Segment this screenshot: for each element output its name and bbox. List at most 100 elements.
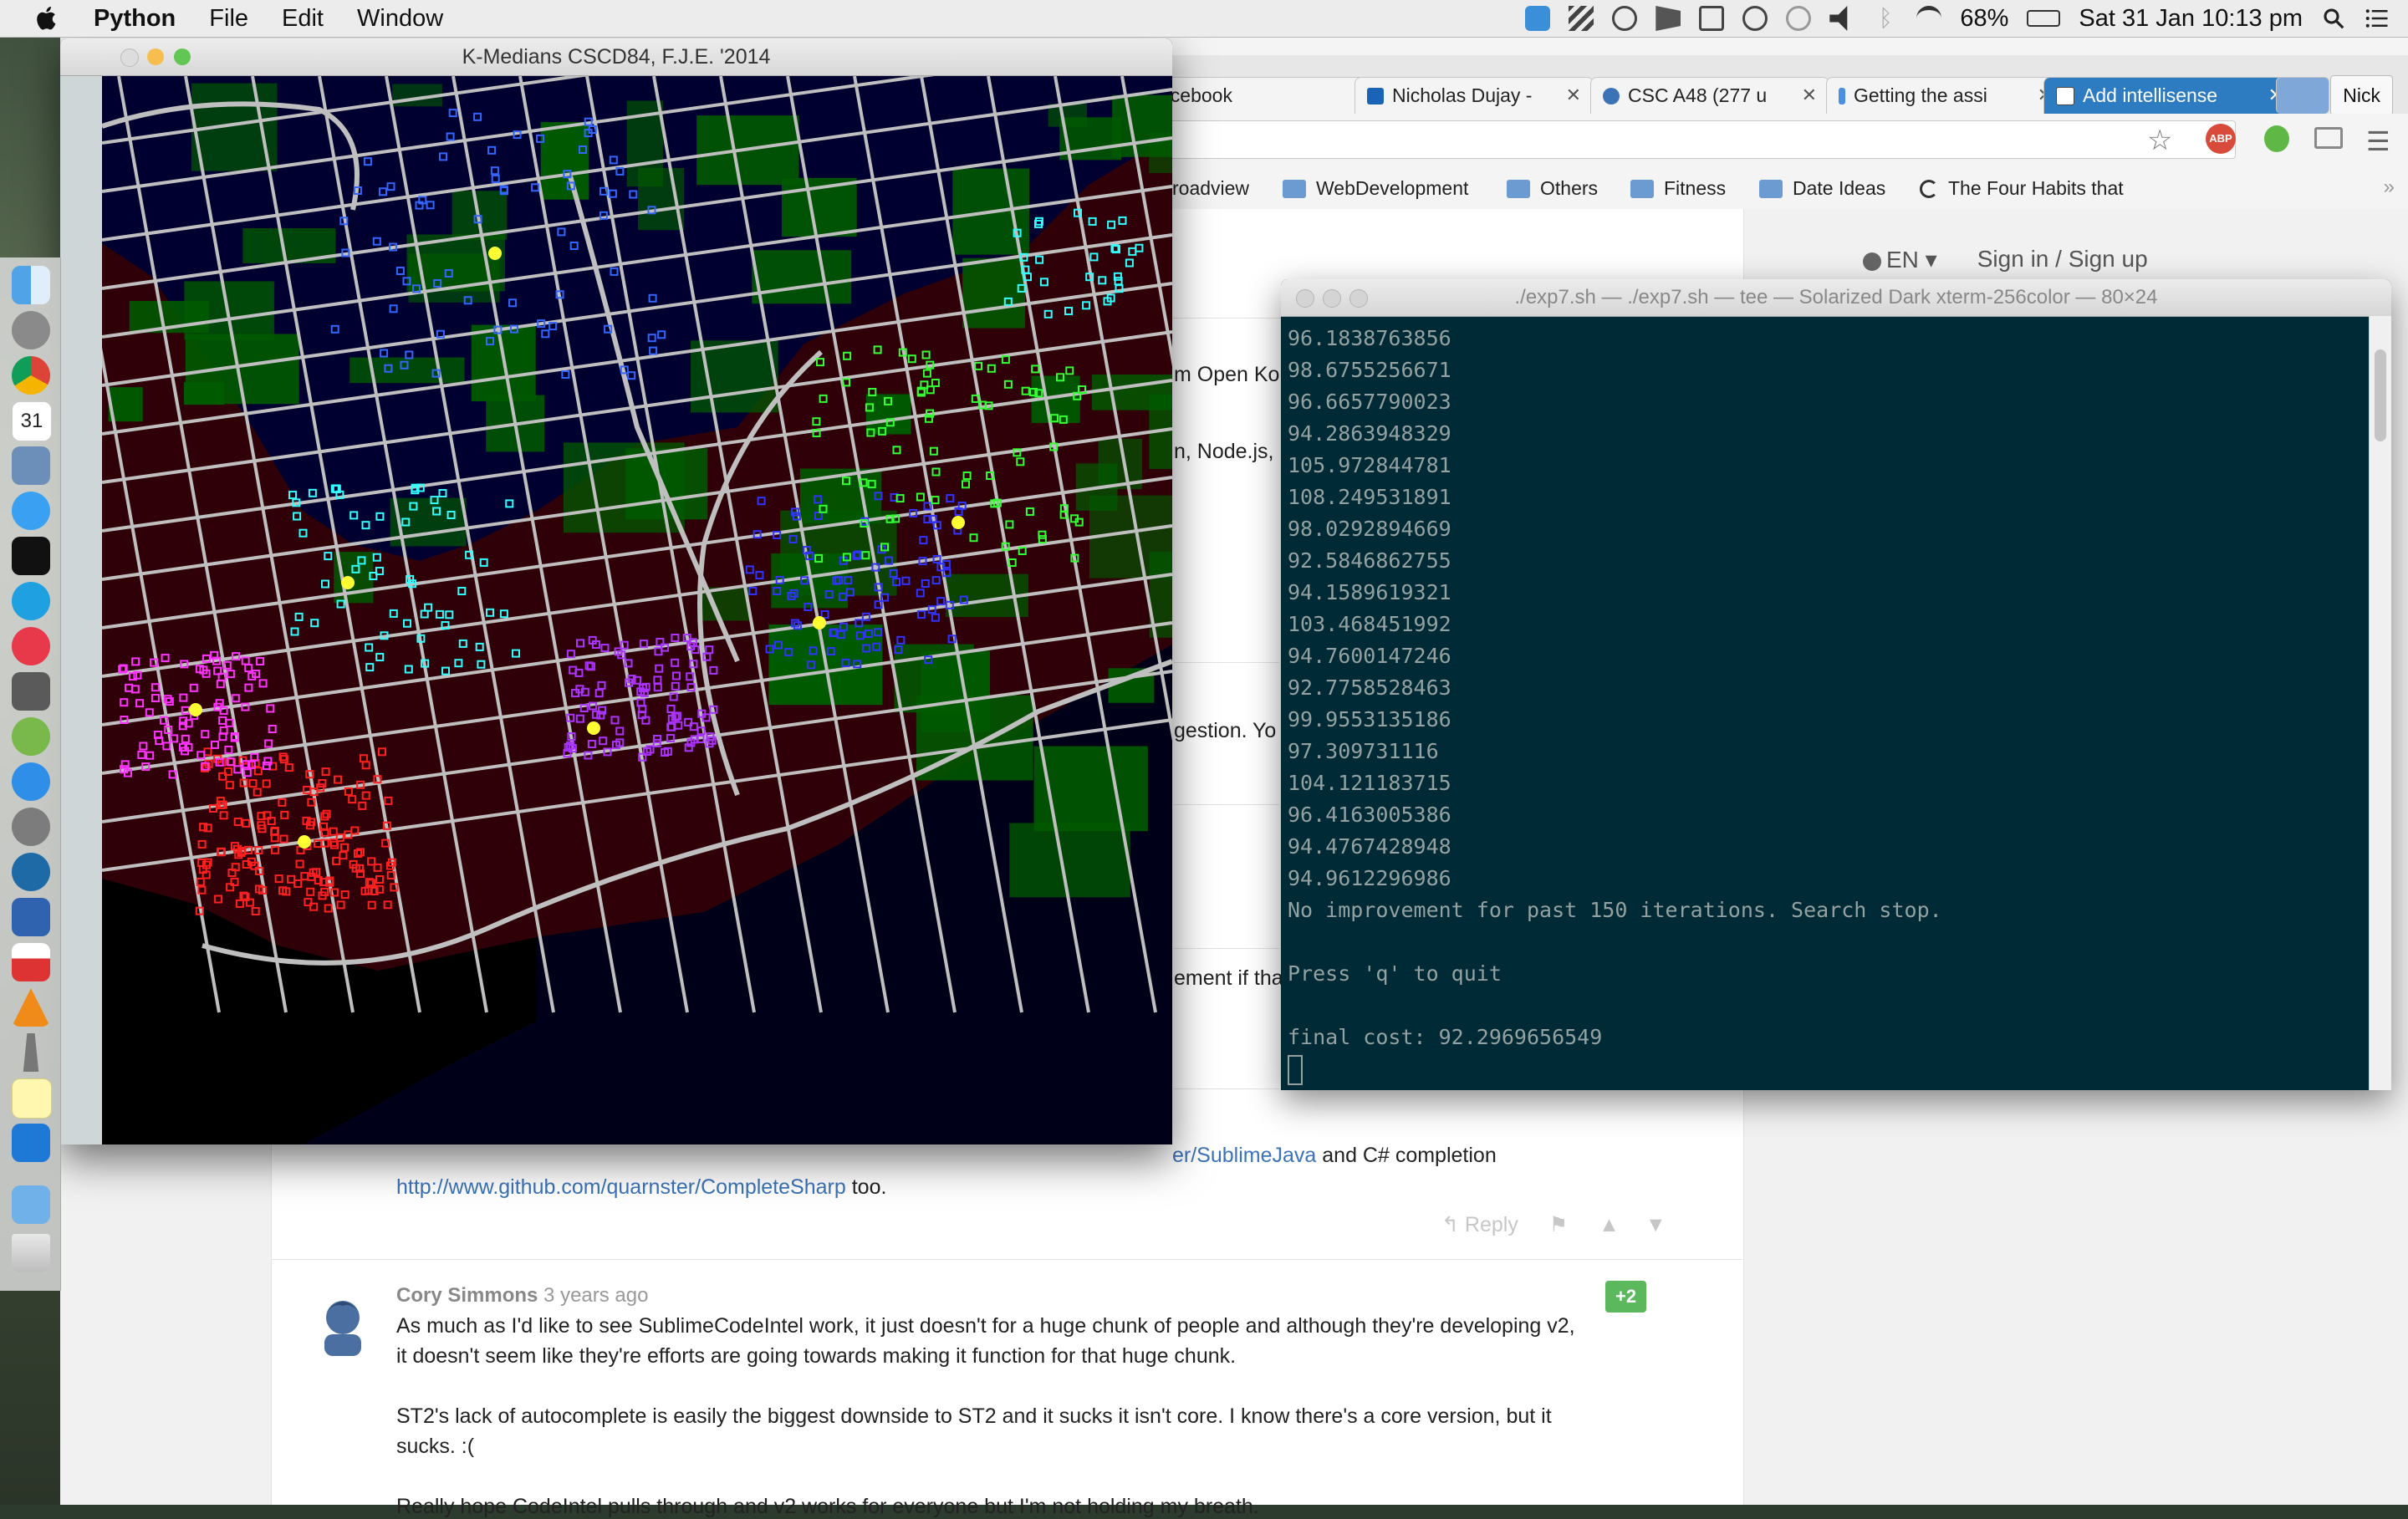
- launchpad-icon[interactable]: [12, 311, 50, 349]
- window-edge: [60, 76, 102, 1144]
- screen-icon[interactable]: [1699, 6, 1725, 31]
- menu-window[interactable]: Window: [357, 5, 443, 33]
- menu-edit[interactable]: Edit: [282, 5, 324, 33]
- visual-studio-icon[interactable]: [12, 898, 50, 936]
- piazza-icon: [1603, 87, 1620, 104]
- completesharp-link[interactable]: http://www.github.com/quarnster/Complete…: [396, 1175, 846, 1199]
- avatar: [324, 1301, 361, 1356]
- kmedians-titlebar[interactable]: K-Medians CSCD84, F.J.E. '2014: [60, 38, 1172, 76]
- popcorn-icon[interactable]: [12, 943, 50, 981]
- profile-button[interactable]: Nick: [2330, 75, 2393, 115]
- close-button[interactable]: [120, 48, 139, 67]
- zoom-button[interactable]: [1349, 289, 1368, 308]
- thumbs-up-icon[interactable]: ▲: [1599, 1213, 1620, 1236]
- messages-icon[interactable]: [12, 492, 50, 530]
- tab-piazza[interactable]: CSC A48 (277 u ✕: [1590, 77, 1829, 114]
- comment-divider: [271, 1259, 1742, 1260]
- terminal-output[interactable]: 96.1838763856 98.6755256671 96.6657790023 9…: [1288, 323, 2366, 1085]
- terminal-title: ./exp7.sh — ./exp7.sh — tee — Solarized …: [1514, 286, 2158, 308]
- kmedians-map-canvas[interactable]: [102, 76, 1172, 1144]
- minimize-button[interactable]: [1323, 289, 1341, 308]
- new-tab-button[interactable]: [2276, 77, 2329, 114]
- script-editor-icon[interactable]: [23, 1033, 39, 1072]
- bookmark-broadview[interactable]: roadview: [1172, 177, 1249, 200]
- bookmark-others[interactable]: Others: [1507, 177, 1598, 200]
- evernote-icon[interactable]: [2264, 125, 2289, 152]
- terminal-scrollbar[interactable]: [2369, 316, 2391, 1090]
- close-tab-icon[interactable]: ✕: [1802, 84, 1817, 106]
- comment-author[interactable]: Cory Simmons: [396, 1284, 538, 1307]
- menu-app-name[interactable]: Python: [94, 5, 176, 33]
- kmedians-window: K-Medians CSCD84, F.J.E. '2014: [60, 38, 1172, 1144]
- terminal-titlebar[interactable]: ./exp7.sh — ./exp7.sh — tee — Solarized …: [1281, 279, 2391, 317]
- battery-icon[interactable]: [2027, 10, 2061, 27]
- sublimejava-link[interactable]: er/SublimeJava: [1172, 1144, 1316, 1167]
- bluetooth-icon[interactable]: ᛒ: [1873, 6, 1898, 31]
- checklist-icon[interactable]: [1612, 6, 1638, 31]
- loading-icon: [1920, 179, 1938, 198]
- teamviewer-icon[interactable]: [12, 1124, 50, 1162]
- dropbox-icon[interactable]: [1569, 6, 1594, 31]
- comment-time[interactable]: 3 years ago: [543, 1284, 648, 1307]
- more-bookmarks-icon[interactable]: »: [2384, 176, 2395, 199]
- minimize-button[interactable]: [147, 48, 164, 65]
- thumbs-down-icon[interactable]: ▼: [1645, 1213, 1666, 1236]
- spotlight-search-icon[interactable]: [2321, 6, 2346, 31]
- skype-status-icon[interactable]: [1525, 6, 1551, 31]
- terminal-line: No improvement for past 150 iterations. …: [1288, 898, 1942, 922]
- tab-getting-assistance[interactable]: Getting the assi ✕: [1826, 77, 2065, 114]
- wifi-icon[interactable]: [1916, 6, 1942, 31]
- notification-center-icon[interactable]: [2365, 6, 2390, 31]
- adblock-icon[interactable]: ABP: [2206, 124, 2236, 154]
- terminal-icon[interactable]: [12, 537, 50, 575]
- preview-icon[interactable]: [12, 446, 50, 485]
- bookmark-four-habits[interactable]: The Four Habits that: [1920, 177, 2124, 200]
- trash-icon[interactable]: [12, 1234, 50, 1272]
- clock[interactable]: Sat 31 Jan 10:13 pm: [2079, 5, 2303, 33]
- comment-divider: [1174, 804, 1279, 805]
- bookmark-star-icon[interactable]: ☆: [2147, 124, 2172, 157]
- notes-icon[interactable]: [12, 1078, 52, 1119]
- skype-icon[interactable]: [12, 582, 50, 620]
- itunes-icon[interactable]: [12, 627, 50, 665]
- cast-icon[interactable]: [2314, 127, 2343, 149]
- apple-icon[interactable]: [32, 3, 62, 33]
- reply-button[interactable]: ↰ Reply: [1441, 1213, 1518, 1236]
- tab-outlook[interactable]: Nicholas Dujay - ✕: [1354, 77, 1594, 114]
- scrollbar-thumb[interactable]: [2375, 349, 2386, 441]
- zoom-button[interactable]: [174, 48, 191, 65]
- time-machine-icon[interactable]: [1786, 6, 1812, 31]
- volume-icon[interactable]: [1829, 6, 1848, 31]
- chrome-icon[interactable]: [12, 356, 50, 395]
- flag-icon[interactable]: [1656, 6, 1681, 31]
- android-studio-icon[interactable]: [12, 717, 50, 756]
- accessibility-icon[interactable]: [1742, 6, 1768, 31]
- bookmark-date-ideas[interactable]: Date Ideas: [1759, 177, 1885, 200]
- bookmark-fitness[interactable]: Fitness: [1630, 177, 1726, 200]
- comment-fragment: m Open Ko: [1174, 363, 1280, 386]
- flag-icon[interactable]: ⚑: [1549, 1213, 1568, 1236]
- close-tab-icon[interactable]: ✕: [1566, 84, 1581, 106]
- median-marker: [587, 721, 600, 735]
- app-store-icon[interactable]: [12, 762, 50, 801]
- language-selector[interactable]: EN ▾: [1863, 246, 1937, 273]
- reply-icon: ↰: [1441, 1213, 1465, 1236]
- vlc-icon[interactable]: [12, 988, 50, 1027]
- bookmark-label: Others: [1540, 177, 1599, 199]
- bookmark-webdevelopment[interactable]: WebDevelopment: [1283, 177, 1468, 200]
- signin-link[interactable]: Sign in / Sign up: [1977, 246, 2148, 273]
- calendar-icon[interactable]: 31: [12, 401, 52, 441]
- sublime-text-icon[interactable]: [12, 672, 50, 711]
- menu-icon[interactable]: ☰: [2366, 125, 2390, 157]
- system-preferences-icon[interactable]: [12, 808, 50, 846]
- downloads-folder-icon[interactable]: [12, 1185, 50, 1224]
- comment-text: and C# completion: [1316, 1144, 1497, 1167]
- close-button[interactable]: [1296, 289, 1314, 308]
- tab-add-intellisense[interactable]: Add intellisense ✕: [2043, 77, 2296, 114]
- sourcetree-icon[interactable]: [12, 853, 50, 891]
- finder-icon[interactable]: [12, 266, 50, 304]
- comment-fragment: gestion. Yo: [1174, 719, 1277, 742]
- menu-file[interactable]: File: [209, 5, 248, 33]
- terminal-line: 92.5846862755: [1288, 548, 1451, 573]
